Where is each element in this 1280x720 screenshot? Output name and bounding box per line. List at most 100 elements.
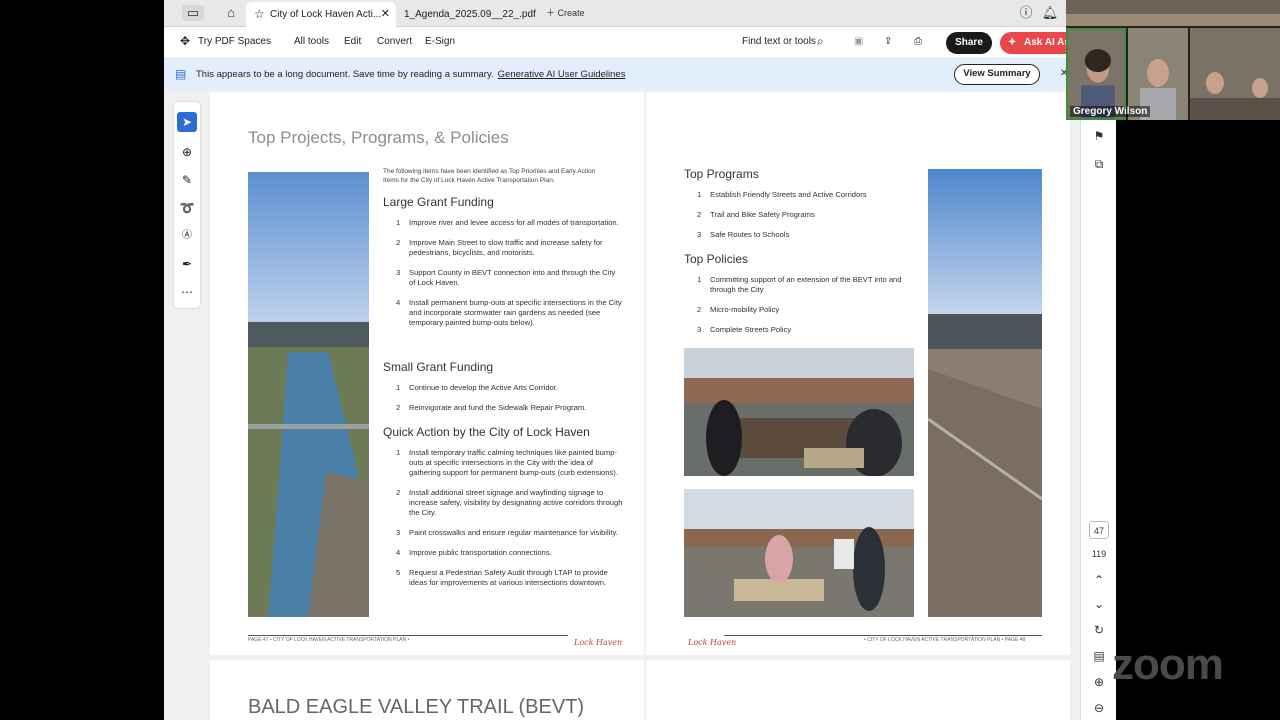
top-policies-list: 1 Committing support of an extension of t… — [684, 275, 914, 345]
more-tools-icon[interactable]: ⋯ — [177, 282, 197, 302]
zoom-in-icon[interactable]: ⊕ — [1089, 673, 1109, 691]
list-item: 1 Continue to develop the Active Arts Cor… — [383, 383, 623, 393]
draw-freehand-icon[interactable]: ➰ — [177, 198, 197, 218]
print-icon[interactable]: ⎙ — [914, 36, 922, 47]
create-tab-button[interactable]: ＋ Create — [546, 5, 606, 22]
list-item: 2 Micro-mobility Policy — [684, 305, 914, 315]
item-text: Safe Routes to Schools — [710, 230, 790, 239]
intro-text: The following items have been identified… — [383, 168, 596, 184]
tab-title: City of Lock Haven Acti... — [270, 9, 382, 20]
list-item: 1 Install temporary traffic calming techn… — [383, 448, 623, 478]
item-text: Paint crosswalks and ensure regular main… — [409, 528, 618, 537]
convert-button[interactable]: Convert — [377, 36, 412, 47]
item-number: 2 — [396, 488, 401, 497]
page-47: Top Projects, Programs, & Policies The f… — [210, 92, 644, 655]
spaces-icon[interactable]: ✥ — [180, 34, 190, 48]
chevron-up-icon[interactable]: ⌃ — [1089, 571, 1109, 589]
item-text: Establish Friendly Streets and Active Co… — [710, 190, 867, 199]
item-text: Continue to develop the Active Arts Corr… — [409, 383, 559, 392]
item-number: 1 — [396, 448, 401, 457]
item-number: 2 — [396, 238, 401, 247]
page-49: BALD EAGLE VALLEY TRAIL (BEVT) — [210, 660, 644, 720]
item-number: 4 — [396, 548, 401, 557]
item-text: Install permanent bump-outs at specific … — [409, 298, 622, 327]
item-number: 5 — [396, 568, 401, 577]
banner-message: This appears to be a long document. Save… — [196, 69, 625, 80]
fit-page-icon[interactable]: ▤ — [1089, 647, 1109, 665]
item-text: Install additional street signage and wa… — [409, 488, 623, 517]
highlight-pen-icon[interactable]: ✎ — [177, 170, 197, 190]
try-pdf-spaces-button[interactable]: Try PDF Spaces — [198, 36, 271, 47]
item-number: 3 — [396, 268, 401, 277]
ai-sparkle-icon: ✦ — [1008, 37, 1017, 48]
small-grant-list: 1 Continue to develop the Active Arts Cor… — [383, 383, 623, 423]
large-grant-list: 1 Improve river and levee access for all … — [383, 218, 623, 338]
zoom-out-icon[interactable]: ⊖ — [1089, 699, 1109, 717]
notifications-icon[interactable]: 🔔︎ — [1041, 5, 1059, 21]
item-number: 2 — [697, 305, 702, 314]
item-text: Support County in BEVT connection into a… — [409, 268, 616, 287]
item-text: Improve Main Street to slow traffic and … — [409, 238, 603, 257]
community-event-photo-2 — [684, 489, 914, 617]
tab-lock-haven[interactable]: ☆ City of Lock Haven Acti... ✕ — [246, 2, 396, 27]
quick-action-heading: Quick Action by the City of Lock Haven — [383, 425, 590, 439]
list-item: 5 Request a Pedestrian Safety Audit throu… — [383, 568, 623, 588]
page-footer: • CITY OF LOCK HAVEN ACTIVE TRANSPORTATI… — [864, 637, 1026, 643]
list-item: 4 Improve public transportation connectio… — [383, 548, 623, 558]
zoom-watermark: zoom — [1112, 640, 1224, 689]
ai-guidelines-link[interactable]: Generative AI User Guidelines — [498, 69, 626, 80]
list-item: 2 Install additional street signage and w… — [383, 488, 623, 518]
all-tools-button[interactable]: All tools — [294, 36, 329, 47]
lock-haven-logo: Lock Haven — [574, 638, 623, 647]
help-icon[interactable]: ⓘ — [1017, 5, 1035, 21]
close-tab-icon[interactable]: ✕ — [381, 2, 390, 27]
text-box-icon[interactable]: Ⓐ — [177, 226, 197, 246]
edit-button[interactable]: Edit — [344, 36, 361, 47]
list-item: 3 Support County in BEVT connection into … — [383, 268, 623, 288]
lock-haven-logo: Lock Haven — [688, 638, 737, 647]
home-icon[interactable]: ⌂ — [222, 5, 240, 21]
item-number: 1 — [396, 218, 401, 227]
current-page-field[interactable]: 47 — [1089, 521, 1109, 539]
item-text: Improve public transportation connection… — [409, 548, 552, 557]
share-button[interactable]: Share — [946, 32, 992, 54]
right-rail: ⚑ ⧉ 47 119 ⌃ ⌄ ↻ ▤ ⊕ ⊖ — [1080, 59, 1116, 720]
quick-action-list: 1 Install temporary traffic calming techn… — [383, 448, 623, 598]
rotate-icon[interactable]: ↻ — [1089, 621, 1109, 639]
find-text-tools[interactable]: Find text or tools — [742, 36, 816, 47]
item-text: Request a Pedestrian Safety Audit throug… — [409, 568, 608, 587]
upload-icon[interactable]: ⇪ — [884, 36, 892, 47]
copy-pages-icon[interactable]: ⧉ — [1089, 155, 1109, 173]
item-number: 2 — [396, 403, 401, 412]
create-label: Create — [557, 8, 585, 18]
city-aerial-photo — [928, 169, 1042, 617]
select-cursor-icon[interactable]: ➤ — [177, 112, 197, 132]
esign-button[interactable]: E-Sign — [425, 36, 455, 47]
chevron-down-icon[interactable]: ⌄ — [1089, 595, 1109, 613]
star-icon[interactable]: ☆ — [254, 2, 265, 27]
item-number: 3 — [697, 325, 702, 334]
top-programs-list: 1 Establish Friendly Streets and Active C… — [684, 190, 914, 250]
next-page-title: BALD EAGLE VALLEY TRAIL (BEVT) — [248, 696, 585, 718]
large-grant-heading: Large Grant Funding — [383, 195, 494, 209]
footer-rule — [724, 635, 1042, 636]
page-48: Top Programs 1 Establish Friendly Streets… — [646, 92, 1070, 655]
view-summary-button[interactable]: View Summary — [954, 64, 1040, 85]
list-item: 1 Committing support of an extension of t… — [684, 275, 914, 295]
document-canvas[interactable]: Top Projects, Programs, & Policies The f… — [210, 92, 1070, 720]
total-pages: 119 — [1091, 549, 1107, 559]
participant-tile-top — [1066, 0, 1280, 26]
community-event-photo-1 — [684, 348, 914, 476]
tab-agenda[interactable]: 1_Agenda_2025.09__22_.pdf — [400, 2, 536, 27]
sidebar-toggle-icon[interactable]: ▭ — [182, 5, 204, 21]
bookmark-icon[interactable]: ⚑ — [1089, 127, 1109, 145]
item-number: 1 — [697, 190, 702, 199]
item-number: 2 — [697, 210, 702, 219]
tab-title: 1_Agenda_2025.09__22_.pdf — [404, 9, 536, 20]
quick-tools-panel: ➤ ⊕ ✎ ➰ Ⓐ ✒ ⋯ — [174, 102, 200, 308]
comment-icon[interactable]: ⊕ — [177, 142, 197, 162]
search-icon[interactable]: ⌕ — [817, 34, 824, 49]
list-item: 1 Establish Friendly Streets and Active C… — [684, 190, 914, 200]
sign-icon[interactable]: ✒ — [177, 254, 197, 274]
save-icon[interactable]: ▣ — [854, 36, 863, 47]
